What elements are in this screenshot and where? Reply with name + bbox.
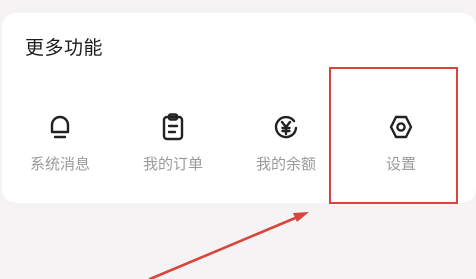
- section-title: 更多功能: [25, 37, 104, 59]
- clipboard-icon: [159, 112, 187, 142]
- feature-label: 我的余额: [255, 155, 316, 173]
- feature-label: 我的订单: [142, 155, 203, 173]
- feature-label: 系统消息: [29, 155, 90, 173]
- feature-system-messages[interactable]: 系统消息: [5, 112, 115, 184]
- settings-highlight-box: [329, 67, 458, 204]
- feature-my-balance[interactable]: 我的余额: [231, 112, 341, 184]
- yen-coin-icon: [272, 112, 300, 142]
- bell-icon: [46, 112, 74, 142]
- feature-my-orders[interactable]: 我的订单: [118, 112, 228, 184]
